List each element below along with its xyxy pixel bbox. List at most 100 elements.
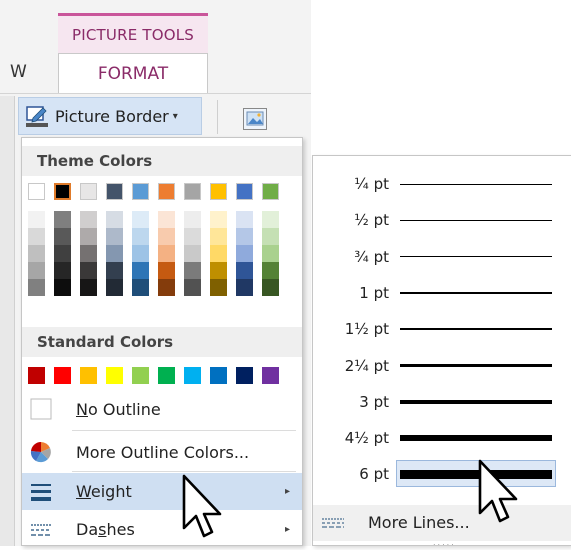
- theme-shade-swatch[interactable]: [184, 262, 201, 279]
- standard-color-swatch[interactable]: [54, 367, 71, 384]
- theme-color-swatch[interactable]: [158, 183, 175, 200]
- theme-shade-swatch[interactable]: [262, 279, 279, 296]
- theme-shade-swatch[interactable]: [54, 211, 71, 228]
- theme-shade-swatch[interactable]: [262, 245, 279, 262]
- weight-item[interactable]: Weight ▸: [22, 473, 302, 510]
- theme-color-swatch[interactable]: [210, 183, 227, 200]
- theme-shade-swatch[interactable]: [158, 245, 175, 262]
- weight-option-label: 1 pt: [359, 283, 389, 302]
- tab-format[interactable]: FORMAT: [58, 53, 208, 94]
- theme-shade-swatch[interactable]: [236, 211, 253, 228]
- weight-option[interactable]: ¾ pt: [313, 241, 571, 274]
- theme-shade-swatch[interactable]: [184, 228, 201, 245]
- theme-shade-swatch[interactable]: [236, 228, 253, 245]
- weight-option-label: ¼ pt: [354, 175, 389, 193]
- theme-color-swatch[interactable]: [28, 183, 45, 200]
- theme-shade-swatch[interactable]: [106, 245, 123, 262]
- weight-option-label: 4½ pt: [344, 429, 389, 448]
- picture-tools-label: PICTURE TOOLS: [71, 25, 194, 44]
- theme-shade-swatch[interactable]: [262, 211, 279, 228]
- theme-shade-swatch[interactable]: [262, 262, 279, 279]
- weight-label-rest: eight: [90, 482, 132, 501]
- no-outline-item[interactable]: No Outline: [22, 391, 302, 428]
- theme-shade-swatch[interactable]: [158, 262, 175, 279]
- theme-shade-swatch[interactable]: [132, 211, 149, 228]
- theme-shade-swatch[interactable]: [80, 211, 97, 228]
- theme-shade-swatch[interactable]: [80, 245, 97, 262]
- theme-shade-swatch[interactable]: [158, 279, 175, 296]
- theme-shade-swatch[interactable]: [54, 245, 71, 262]
- standard-color-swatch[interactable]: [184, 367, 201, 384]
- theme-shade-swatch[interactable]: [158, 211, 175, 228]
- dashes-item[interactable]: Dashes ▸: [22, 511, 302, 548]
- theme-shade-swatch[interactable]: [106, 262, 123, 279]
- theme-shade-swatch[interactable]: [132, 245, 149, 262]
- weight-option[interactable]: 1 pt: [313, 277, 571, 310]
- chevron-down-icon: ▾: [172, 110, 178, 122]
- weight-option[interactable]: ½ pt: [313, 204, 571, 237]
- theme-shade-swatch[interactable]: [54, 279, 71, 296]
- theme-shade-swatch[interactable]: [80, 262, 97, 279]
- theme-shade-swatch[interactable]: [106, 228, 123, 245]
- mouse-cursor-icon: [478, 459, 530, 535]
- standard-color-swatch[interactable]: [210, 367, 227, 384]
- theme-color-swatch[interactable]: [80, 183, 97, 200]
- theme-shade-swatch[interactable]: [236, 245, 253, 262]
- theme-shade-swatch[interactable]: [28, 211, 45, 228]
- theme-shade-swatch[interactable]: [54, 262, 71, 279]
- theme-shade-swatch[interactable]: [132, 262, 149, 279]
- theme-shade-swatch[interactable]: [236, 279, 253, 296]
- theme-shade-swatch[interactable]: [210, 211, 227, 228]
- picture-border-button[interactable]: Picture Border ▾: [18, 97, 202, 135]
- standard-color-swatch[interactable]: [158, 367, 175, 384]
- theme-shade-swatch[interactable]: [106, 211, 123, 228]
- theme-shade-swatch[interactable]: [28, 228, 45, 245]
- submenu-arrow-icon: ▸: [284, 524, 290, 535]
- theme-shade-swatch[interactable]: [262, 228, 279, 245]
- theme-shade-swatch[interactable]: [184, 245, 201, 262]
- theme-color-swatch[interactable]: [132, 183, 149, 200]
- theme-shade-swatch[interactable]: [132, 279, 149, 296]
- theme-shade-swatch[interactable]: [28, 262, 45, 279]
- theme-shade-swatch[interactable]: [210, 228, 227, 245]
- theme-shade-swatch[interactable]: [158, 228, 175, 245]
- standard-color-swatch[interactable]: [106, 367, 123, 384]
- more-lines-item[interactable]: More Lines...: [313, 505, 571, 541]
- theme-shade-swatch[interactable]: [184, 211, 201, 228]
- theme-shade-swatch[interactable]: [28, 279, 45, 296]
- weight-option[interactable]: 1½ pt: [313, 313, 571, 346]
- tab-view-partial[interactable]: W: [10, 62, 27, 82]
- more-outline-colors-item[interactable]: More Outline Colors...: [22, 434, 302, 471]
- theme-shade-swatch[interactable]: [210, 262, 227, 279]
- weight-option[interactable]: ¼ pt: [313, 168, 571, 201]
- theme-color-swatch[interactable]: [236, 183, 253, 200]
- weight-option[interactable]: 6 pt: [313, 458, 571, 491]
- theme-shade-swatch[interactable]: [210, 279, 227, 296]
- theme-shade-swatch[interactable]: [54, 228, 71, 245]
- picture-tools-context-tab: PICTURE TOOLS: [58, 13, 208, 53]
- theme-shade-swatch[interactable]: [236, 262, 253, 279]
- theme-color-swatch[interactable]: [106, 183, 123, 200]
- weight-option[interactable]: 2¼ pt: [313, 350, 571, 383]
- theme-color-swatch[interactable]: [184, 183, 201, 200]
- theme-shade-swatch[interactable]: [210, 245, 227, 262]
- theme-shade-swatch[interactable]: [80, 228, 97, 245]
- weight-option[interactable]: 4½ pt: [313, 422, 571, 455]
- weight-option[interactable]: 3 pt: [313, 386, 571, 419]
- theme-shade-swatch[interactable]: [132, 228, 149, 245]
- weight-option-label: 3 pt: [359, 392, 389, 411]
- theme-shade-swatch[interactable]: [184, 279, 201, 296]
- theme-shade-swatch[interactable]: [80, 279, 97, 296]
- theme-shade-swatch[interactable]: [28, 245, 45, 262]
- theme-color-swatch[interactable]: [262, 183, 279, 200]
- standard-color-swatch[interactable]: [28, 367, 45, 384]
- picture-layout-icon[interactable]: [243, 108, 267, 130]
- theme-color-swatch[interactable]: [54, 183, 71, 200]
- weight-option-label: 2¼ pt: [344, 356, 389, 375]
- standard-color-swatch[interactable]: [132, 367, 149, 384]
- theme-shade-swatch[interactable]: [106, 279, 123, 296]
- standard-color-swatch[interactable]: [262, 367, 279, 384]
- standard-color-swatch[interactable]: [236, 367, 253, 384]
- pen-border-icon: [25, 104, 49, 128]
- standard-color-swatch[interactable]: [80, 367, 97, 384]
